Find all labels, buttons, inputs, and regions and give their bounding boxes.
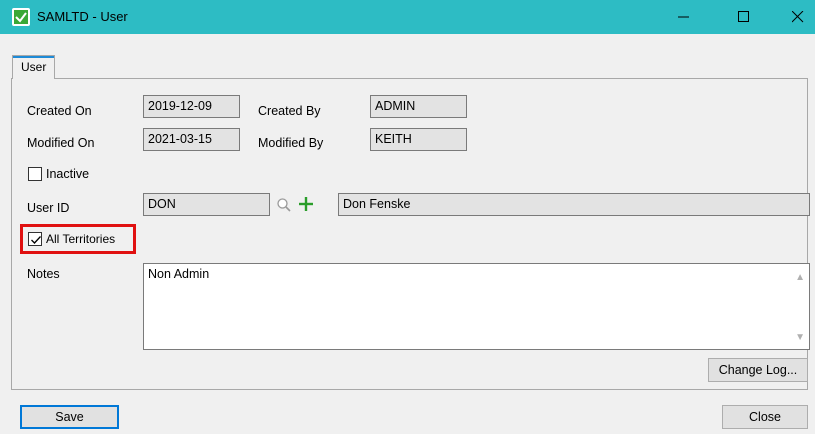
close-icon [792, 11, 804, 23]
all-territories-checkbox[interactable] [28, 232, 42, 246]
scroll-down-icon[interactable]: ▼ [795, 332, 805, 343]
save-button[interactable]: Save [20, 405, 119, 429]
user-name-field: Don Fenske [338, 193, 810, 216]
scroll-up-icon[interactable]: ▲ [795, 272, 805, 283]
inactive-checkbox[interactable] [28, 167, 42, 181]
checkmark-icon [31, 236, 41, 244]
search-icon[interactable] [276, 197, 292, 213]
maximize-button[interactable] [721, 0, 767, 34]
samltd-app-icon [12, 8, 30, 26]
inactive-label: Inactive [46, 167, 90, 181]
notes-label: Notes [27, 267, 60, 281]
title-bar: SAMLTD - User [0, 0, 815, 34]
modified-on-label: Modified On [27, 136, 95, 150]
created-on-label: Created On [27, 104, 92, 118]
change-log-button[interactable]: Change Log... [708, 358, 808, 382]
minimize-icon [678, 16, 689, 18]
modified-by-label: Modified By [258, 136, 324, 150]
close-button[interactable]: Close [722, 405, 808, 429]
user-id-field[interactable]: DON [143, 193, 270, 216]
notes-text: Non Admin [148, 267, 210, 281]
created-on-field: 2019-12-09 [143, 95, 240, 118]
minimize-button[interactable] [661, 0, 707, 34]
plus-icon[interactable] [298, 196, 314, 212]
all-territories-label: All Territories [46, 232, 116, 246]
maximize-icon [738, 11, 749, 22]
modified-on-field: 2021-03-15 [143, 128, 240, 151]
modified-by-field: KEITH [370, 128, 467, 151]
notes-textarea[interactable]: Non Admin ▲ ▼ [143, 263, 810, 350]
created-by-label: Created By [258, 104, 321, 118]
created-by-field: ADMIN [370, 95, 467, 118]
close-window-button[interactable] [775, 0, 815, 34]
window-title: SAMLTD - User [37, 9, 128, 24]
tab-user[interactable]: User [12, 55, 56, 79]
user-id-label: User ID [27, 201, 70, 215]
